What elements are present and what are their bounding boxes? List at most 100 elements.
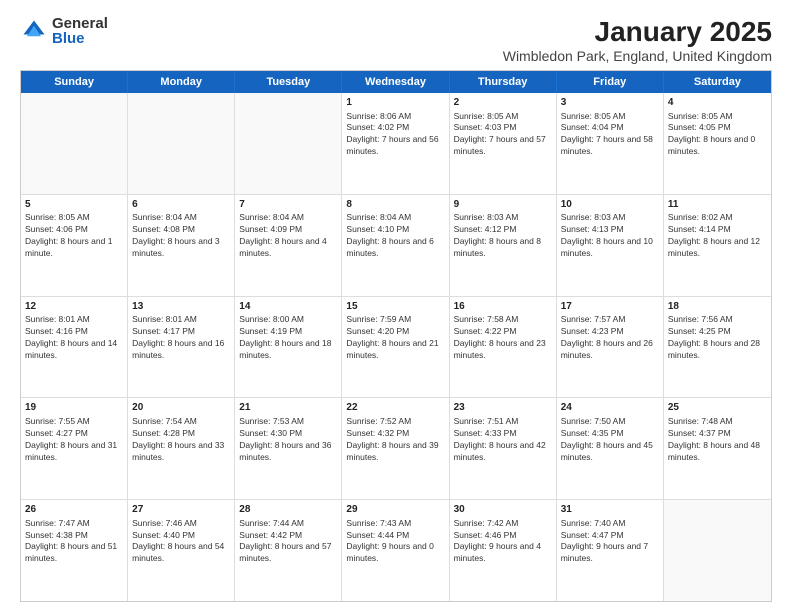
day-cell-1: 1Sunrise: 8:06 AMSunset: 4:02 PMDaylight… <box>342 93 449 194</box>
empty-cell <box>235 93 342 194</box>
day-number: 29 <box>346 503 444 517</box>
day-info: Sunrise: 8:05 AM <box>454 111 552 123</box>
title-block: January 2025 Wimbledon Park, England, Un… <box>503 16 772 64</box>
day-info: Sunset: 4:16 PM <box>25 326 123 338</box>
day-cell-11: 11Sunrise: 8:02 AMSunset: 4:14 PMDayligh… <box>664 195 771 296</box>
day-info: Sunrise: 7:42 AM <box>454 518 552 530</box>
day-info: Sunset: 4:23 PM <box>561 326 659 338</box>
day-number: 4 <box>668 96 767 110</box>
empty-cell <box>128 93 235 194</box>
day-info: Sunrise: 7:40 AM <box>561 518 659 530</box>
empty-cell <box>21 93 128 194</box>
day-number: 8 <box>346 198 444 212</box>
day-cell-2: 2Sunrise: 8:05 AMSunset: 4:03 PMDaylight… <box>450 93 557 194</box>
day-cell-9: 9Sunrise: 8:03 AMSunset: 4:12 PMDaylight… <box>450 195 557 296</box>
day-info: Sunset: 4:12 PM <box>454 224 552 236</box>
day-info: Sunrise: 8:06 AM <box>346 111 444 123</box>
calendar-header-row: SundayMondayTuesdayWednesdayThursdayFrid… <box>21 71 771 93</box>
day-info: Sunrise: 7:53 AM <box>239 416 337 428</box>
week-row-3: 12 Sunrise: 8:01 AM Sunset: 4:16 PM Dayligh… <box>21 297 771 399</box>
day-info: Daylight: 7 hours and 56 minutes. <box>346 134 444 158</box>
day-cell-18: 18Sunrise: 7:56 AMSunset: 4:25 PMDayligh… <box>664 297 771 398</box>
day-info: Daylight: 8 hours and 45 minutes. <box>561 440 659 464</box>
day-info: Sunset: 4:05 PM <box>668 122 767 134</box>
day-number: 6 <box>132 198 230 212</box>
day-info: Sunset: 4:40 PM <box>132 530 230 542</box>
day-info: Sunset: 4:32 PM <box>346 428 444 440</box>
day-info: Sunrise: 7:55 AM <box>25 416 123 428</box>
day-info: Sunrise: 8:02 AM <box>668 212 767 224</box>
day-info: Sunrise: 7:48 AM <box>668 416 767 428</box>
day-info: Sunset: 4:27 PM <box>25 428 123 440</box>
day-info: Daylight: 9 hours and 0 minutes. <box>346 541 444 565</box>
day-number: 25 <box>668 401 767 415</box>
day-cell-28: 28Sunrise: 7:44 AMSunset: 4:42 PMDayligh… <box>235 500 342 601</box>
week-row-4: 19Sunrise: 7:55 AMSunset: 4:27 PMDayligh… <box>21 398 771 500</box>
day-info: Sunrise: 7:51 AM <box>454 416 552 428</box>
day-info: Sunrise: 7:50 AM <box>561 416 659 428</box>
header-day-friday: Friday <box>557 71 664 93</box>
day-info: Daylight: 8 hours and 28 minutes. <box>668 338 767 362</box>
day-info: Sunset: 4:20 PM <box>346 326 444 338</box>
day-info: Sunrise: 8:03 AM <box>561 212 659 224</box>
day-info: Sunset: 4:19 PM <box>239 326 337 338</box>
day-number: 22 <box>346 401 444 415</box>
day-cell-26: 26Sunrise: 7:47 AMSunset: 4:38 PMDayligh… <box>21 500 128 601</box>
day-number: 20 <box>132 401 230 415</box>
day-info: Sunset: 4:42 PM <box>239 530 337 542</box>
day-number: 23 <box>454 401 552 415</box>
day-info: Daylight: 8 hours and 31 minutes. <box>25 440 123 464</box>
day-info: Daylight: 8 hours and 12 minutes. <box>668 236 767 260</box>
day-info: Daylight: 8 hours and 6 minutes. <box>346 236 444 260</box>
day-info: Sunset: 4:10 PM <box>346 224 444 236</box>
day-number: 13 <box>132 300 230 314</box>
day-cell-19: 19Sunrise: 7:55 AMSunset: 4:27 PMDayligh… <box>21 398 128 499</box>
day-cell-17: 17Sunrise: 7:57 AMSunset: 4:23 PMDayligh… <box>557 297 664 398</box>
day-number: 24 <box>561 401 659 415</box>
day-info: Daylight: 8 hours and 10 minutes. <box>561 236 659 260</box>
day-info: Daylight: 8 hours and 42 minutes. <box>454 440 552 464</box>
page: General Blue January 2025 Wimbledon Park… <box>0 0 792 612</box>
day-cell-10: 10Sunrise: 8:03 AMSunset: 4:13 PMDayligh… <box>557 195 664 296</box>
day-number: 27 <box>132 503 230 517</box>
calendar-body: 1Sunrise: 8:06 AMSunset: 4:02 PMDaylight… <box>21 93 771 601</box>
day-cell-24: 24Sunrise: 7:50 AMSunset: 4:35 PMDayligh… <box>557 398 664 499</box>
day-info: Sunrise: 7:46 AM <box>132 518 230 530</box>
day-info: Sunset: 4:14 PM <box>668 224 767 236</box>
day-info: Daylight: 8 hours and 48 minutes. <box>668 440 767 464</box>
day-info: Daylight: 8 hours and 4 minutes. <box>239 236 337 260</box>
day-info: Daylight: 8 hours and 0 minutes. <box>668 134 767 158</box>
day-info: Daylight: 8 hours and 3 minutes. <box>132 236 230 260</box>
day-info: Daylight: 8 hours and 26 minutes. <box>561 338 659 362</box>
day-number: 7 <box>239 198 337 212</box>
header-day-monday: Monday <box>128 71 235 93</box>
day-number: 11 <box>668 198 767 212</box>
day-info: Sunset: 4:09 PM <box>239 224 337 236</box>
day-info: Sunrise: 7:59 AM <box>346 314 444 326</box>
day-number: 3 <box>561 96 659 110</box>
day-cell-12: 12Sunrise: 8:01 AMSunset: 4:16 PMDayligh… <box>21 297 128 398</box>
header-day-saturday: Saturday <box>664 71 771 93</box>
day-cell-21: 21Sunrise: 7:53 AMSunset: 4:30 PMDayligh… <box>235 398 342 499</box>
day-info: Sunset: 4:30 PM <box>239 428 337 440</box>
day-cell-6: 6Sunrise: 8:04 AMSunset: 4:08 PMDaylight… <box>128 195 235 296</box>
day-info: Sunrise: 8:01 AM <box>132 314 230 326</box>
day-number: 26 <box>25 503 123 517</box>
day-number: 12 <box>25 300 123 314</box>
header-day-wednesday: Wednesday <box>342 71 449 93</box>
header-day-thursday: Thursday <box>450 71 557 93</box>
day-info: Daylight: 8 hours and 18 minutes. <box>239 338 337 362</box>
day-info: Sunrise: 8:05 AM <box>25 212 123 224</box>
day-cell-5: 5Sunrise: 8:05 AMSunset: 4:06 PMDaylight… <box>21 195 128 296</box>
day-info: Sunrise: 8:05 AM <box>668 111 767 123</box>
day-info: Sunset: 4:35 PM <box>561 428 659 440</box>
day-info: Sunrise: 7:57 AM <box>561 314 659 326</box>
day-info: Sunset: 4:13 PM <box>561 224 659 236</box>
day-number: 16 <box>454 300 552 314</box>
day-info: Daylight: 8 hours and 51 minutes. <box>25 541 123 565</box>
day-info: Sunset: 4:04 PM <box>561 122 659 134</box>
day-info: Daylight: 8 hours and 33 minutes. <box>132 440 230 464</box>
day-info: Sunset: 4:38 PM <box>25 530 123 542</box>
calendar-title: January 2025 <box>503 16 772 48</box>
day-info: Daylight: 7 hours and 57 minutes. <box>454 134 552 158</box>
